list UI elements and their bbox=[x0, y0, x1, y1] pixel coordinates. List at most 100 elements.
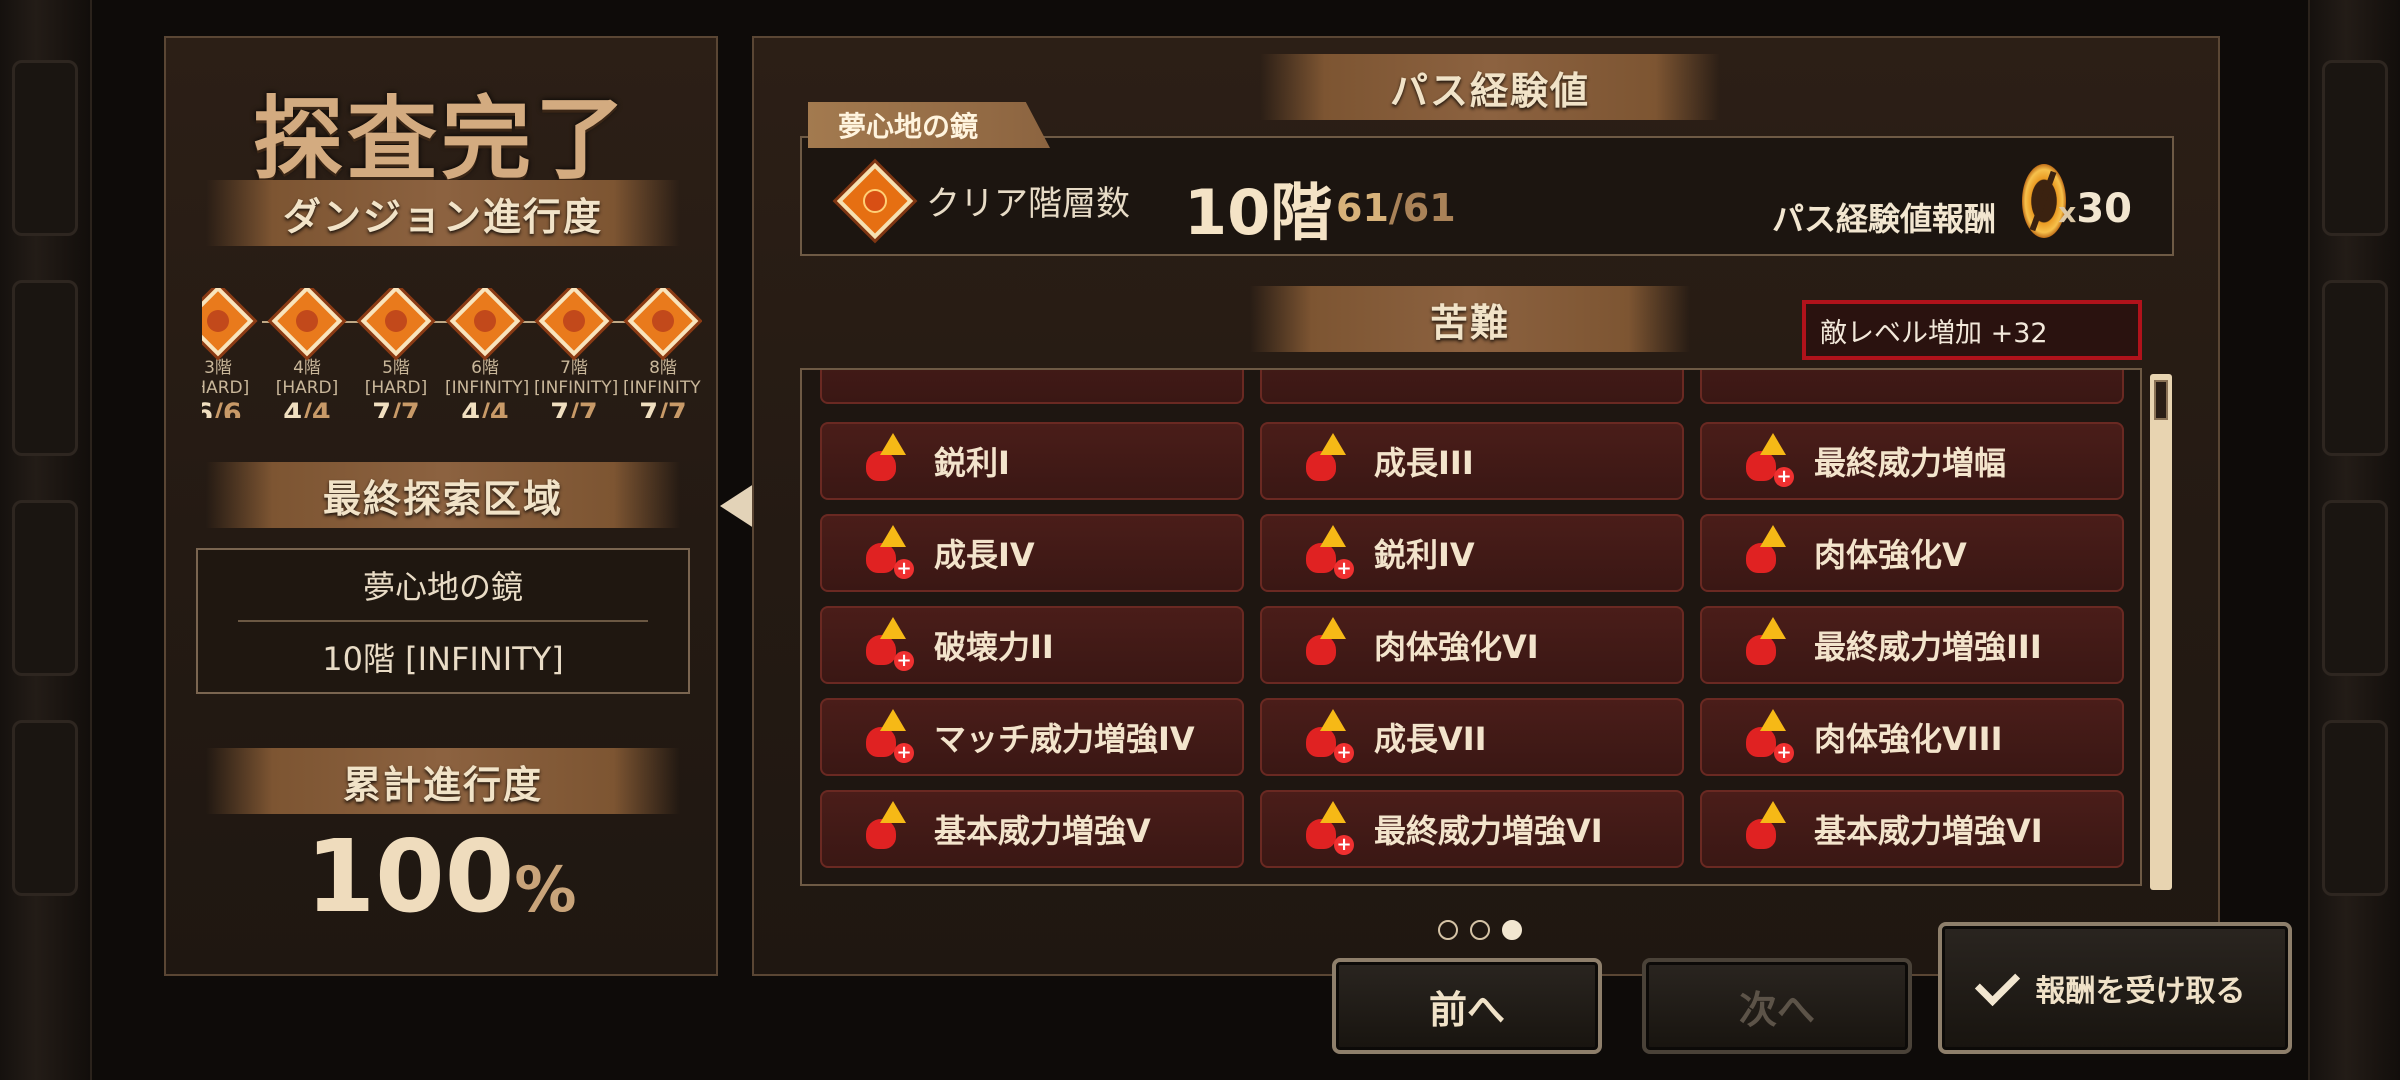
floor-mode: [INFINITY] bbox=[623, 378, 702, 398]
page-dot[interactable] bbox=[1470, 920, 1490, 940]
pass-reward-count: x30 bbox=[2058, 186, 2132, 232]
frame-plate bbox=[2322, 60, 2388, 236]
hardship-scrollbar[interactable] bbox=[2150, 374, 2172, 890]
enemy-level-increase: 敵レベル増加 +32 bbox=[1802, 300, 2142, 360]
hardship-label: 成長IV bbox=[934, 536, 1035, 574]
hardship-label: 肉体強化VIII bbox=[1814, 720, 2003, 758]
floor-badge-icon bbox=[202, 288, 254, 357]
floor-name: 4階 bbox=[293, 358, 321, 378]
floor-name: 5階 bbox=[382, 358, 410, 378]
clear-progress: 61/61 bbox=[1336, 186, 1456, 230]
floor-total: /4 bbox=[302, 398, 331, 418]
total-progress-value: 100% bbox=[166, 818, 716, 935]
hardship-icon: + bbox=[1298, 709, 1354, 765]
hardship-tile[interactable]: + マッチ威力増強IV bbox=[820, 698, 1244, 776]
hardship-tile[interactable]: + 鋭利IV bbox=[1260, 514, 1684, 592]
floor-mode: [INFINITY] bbox=[534, 378, 619, 398]
hardship-label: 最終威力増強VI bbox=[1374, 812, 1603, 850]
exploration-complete-title: 探査完了 bbox=[253, 87, 629, 192]
floor-cleared: 7 bbox=[550, 398, 570, 418]
right-frame-decoration bbox=[2308, 0, 2400, 1080]
frame-plate bbox=[2322, 280, 2388, 456]
hardship-icon bbox=[1738, 525, 1794, 581]
floor-badge-icon bbox=[538, 288, 610, 357]
hardship-label: 肉体強化VI bbox=[1374, 628, 1539, 666]
floor-name: 6階 bbox=[471, 358, 499, 378]
claim-reward-label: 報酬を受け取る bbox=[2035, 974, 2246, 1009]
dungeon-name-tab: 夢心地の鏡 bbox=[808, 102, 1050, 148]
hardship-label: 基本威力増強VI bbox=[1814, 812, 2043, 850]
hardship-icon: + bbox=[1738, 709, 1794, 765]
hardship-label: 基本威力増強V bbox=[934, 812, 1151, 850]
pass-reward-label: パス経験値報酬 bbox=[1771, 200, 1996, 238]
exploration-summary-panel: 探査完了 ダンジョン進行度 3階[HARD] 6/6 4階[HARD] 4/4 … bbox=[164, 36, 718, 976]
floor-badge-icon bbox=[360, 288, 432, 357]
page-indicator bbox=[1438, 920, 1522, 940]
total-progress-number: 100 bbox=[305, 818, 515, 935]
pass-exp-banner: パス経験値 bbox=[1260, 54, 1720, 120]
hardship-icon: + bbox=[858, 525, 914, 581]
floor-progress-item: 5階 [HARD] 7/7 bbox=[356, 288, 436, 418]
floor-progress-item: 8階 [INFINITY] 7/7 bbox=[623, 288, 702, 418]
hardship-list[interactable]: 鋭利I 成長III + 最終威力増幅 + 成長IV + 鋭利IV 肉体強化V + 破壊力… bbox=[800, 368, 2142, 886]
frame-plate bbox=[2322, 500, 2388, 676]
floor-progress-item: 3階[HARD] 6/6 bbox=[202, 288, 258, 418]
clear-progress-num: 61 bbox=[1336, 186, 1389, 230]
hardship-tile[interactable]: 基本威力増強V bbox=[820, 790, 1244, 868]
pass-reward-number: 30 bbox=[2076, 186, 2132, 232]
floor-total: /7 bbox=[658, 398, 687, 418]
floor-badge-icon bbox=[449, 288, 521, 357]
previous-button[interactable]: 前へ bbox=[1332, 958, 1602, 1054]
hardship-tile[interactable]: 肉体強化VI bbox=[1260, 606, 1684, 684]
hardship-label: 肉体強化V bbox=[1814, 536, 1967, 574]
hardship-label: 鋭利IV bbox=[1374, 536, 1475, 574]
hardship-icon: + bbox=[858, 709, 914, 765]
final-area-name: 夢心地の鏡 bbox=[362, 568, 523, 606]
floor-progress-item: 7階 [INFINITY] 7/7 bbox=[534, 288, 618, 418]
hardship-icon bbox=[1298, 433, 1354, 489]
floor-mode: [HARD] bbox=[202, 378, 250, 398]
hardship-label: 最終威力増強III bbox=[1814, 628, 2042, 666]
hardship-tile[interactable]: 成長III bbox=[1260, 422, 1684, 500]
floor-mode: [HARD] bbox=[275, 378, 339, 398]
clear-floor-box: クリア階層数 10階 61/61 パス経験値報酬 x30 bbox=[800, 136, 2174, 256]
hardship-label: 破壊力II bbox=[934, 628, 1054, 666]
hardship-tile[interactable]: 最終威力増強III bbox=[1700, 606, 2124, 684]
page-dot-active[interactable] bbox=[1502, 920, 1522, 940]
final-area-banner: 最終探索区域 bbox=[206, 462, 680, 528]
hardship-tile-partial[interactable] bbox=[820, 370, 1244, 404]
hardship-icon: + bbox=[1298, 801, 1354, 857]
hardship-tile-partial[interactable] bbox=[1700, 370, 2124, 404]
frame-plate bbox=[12, 280, 78, 456]
floor-total: /6 bbox=[213, 398, 242, 418]
hardship-tile[interactable]: + 成長VII bbox=[1260, 698, 1684, 776]
floor-total: /4 bbox=[480, 398, 509, 418]
next-button[interactable]: 次へ bbox=[1642, 958, 1912, 1054]
hardship-icon bbox=[1738, 617, 1794, 673]
clear-floor-value: 10階 bbox=[1184, 176, 1333, 249]
hardship-tile[interactable]: + 最終威力増幅 bbox=[1700, 422, 2124, 500]
page-dot[interactable] bbox=[1438, 920, 1458, 940]
hardship-tile[interactable]: 基本威力増強VI bbox=[1700, 790, 2124, 868]
scrollbar-thumb[interactable] bbox=[2154, 380, 2168, 420]
hardship-tile[interactable]: + 成長IV bbox=[820, 514, 1244, 592]
hardship-icon bbox=[1738, 801, 1794, 857]
hardship-tile[interactable]: + 肉体強化VIII bbox=[1700, 698, 2124, 776]
hardship-icon: + bbox=[1298, 525, 1354, 581]
final-area-floor: 10階 [INFINITY] bbox=[322, 640, 564, 678]
hardship-tile[interactable]: + 最終威力増強VI bbox=[1260, 790, 1684, 868]
hardship-label: 成長VII bbox=[1374, 720, 1487, 758]
hardship-tile[interactable]: + 破壊力II bbox=[820, 606, 1244, 684]
hardship-tile[interactable]: 肉体強化V bbox=[1700, 514, 2124, 592]
claim-reward-button[interactable]: 報酬を受け取る bbox=[1938, 922, 2292, 1054]
hardship-label: 最終威力増幅 bbox=[1814, 444, 2007, 482]
hardship-icon bbox=[858, 801, 914, 857]
hardship-label: 鋭利I bbox=[934, 444, 1010, 482]
hardship-tile[interactable]: 鋭利I bbox=[820, 422, 1244, 500]
left-frame-decoration bbox=[0, 0, 92, 1080]
final-area-box: 夢心地の鏡 10階 [INFINITY] bbox=[196, 548, 690, 694]
hardship-tile-partial[interactable] bbox=[1260, 370, 1684, 404]
floor-clear-icon bbox=[836, 162, 914, 240]
checkmark-icon bbox=[1974, 960, 2020, 1006]
total-progress-banner: 累計進行度 bbox=[206, 748, 680, 814]
